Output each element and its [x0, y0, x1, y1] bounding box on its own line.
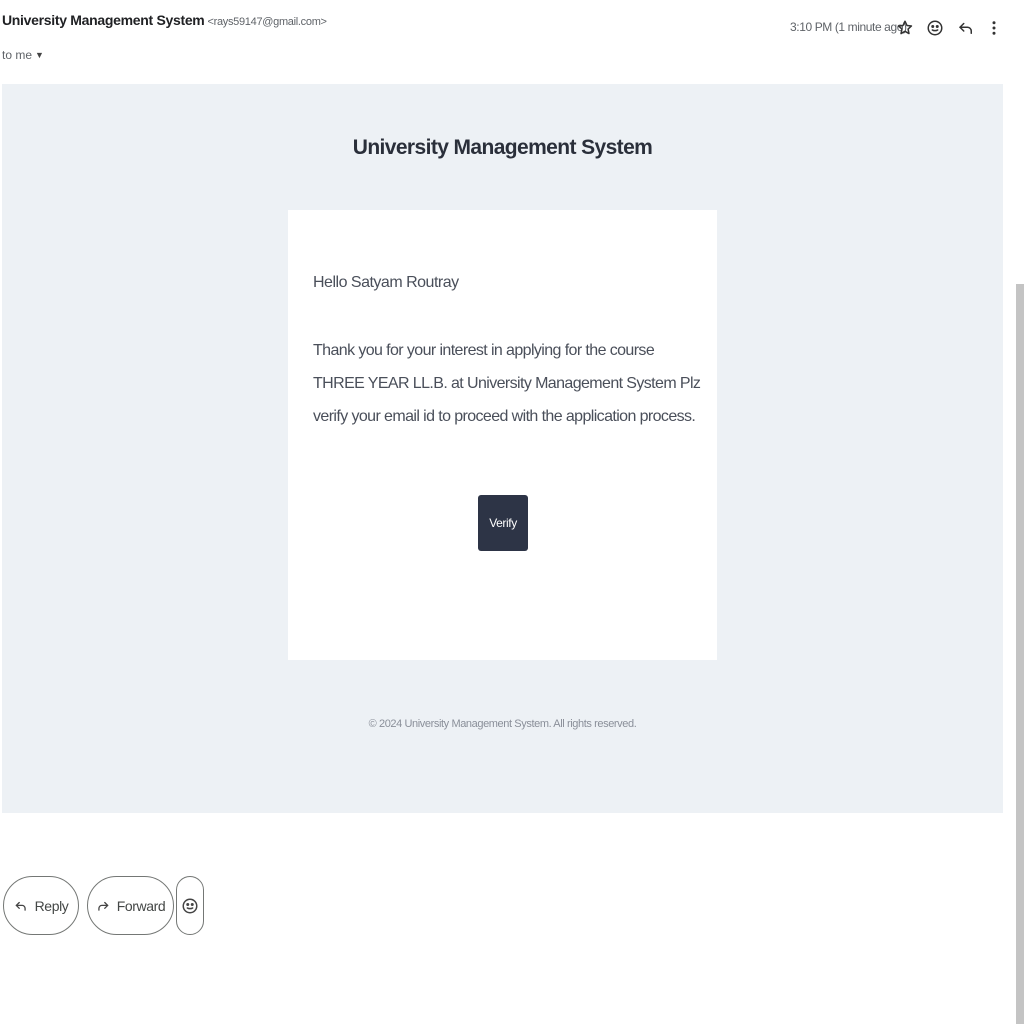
email-card: Hello Satyam Routray Thank you for your …	[288, 210, 717, 660]
sender[interactable]: University Management System <rays59147@g…	[2, 12, 327, 28]
sender-name[interactable]: University Management System	[2, 12, 205, 28]
greeting: Hello Satyam Routray	[313, 274, 459, 291]
reply-button[interactable]: Reply	[3, 876, 79, 935]
message-header: University Management System <rays59147@g…	[0, 8, 1010, 36]
sender-email: <rays59147@gmail.com>	[207, 16, 327, 28]
email-body: University Management System Hello Satya…	[2, 84, 1003, 813]
scrollbar[interactable]	[1016, 284, 1024, 1024]
more-vert-icon[interactable]	[982, 16, 1006, 40]
chevron-down-icon[interactable]: ▼	[35, 50, 44, 60]
reply-icon	[15, 901, 26, 911]
emoji-react-button[interactable]	[176, 876, 204, 935]
forward-icon	[97, 901, 109, 911]
emoji-icon	[182, 898, 198, 913]
emoji-icon[interactable]	[923, 16, 947, 40]
recipient-label: to me	[2, 48, 33, 62]
forward-button[interactable]: Forward	[87, 876, 174, 935]
forward-label: Forward	[116, 897, 166, 914]
email-heading: University Management System	[352, 136, 653, 159]
message-text: Thank you for your interest in applying …	[313, 342, 701, 425]
recipient-details[interactable]: to me ▼	[2, 48, 44, 62]
verify-button[interactable]: Verify	[478, 495, 528, 551]
copyright-footer: © 2024 University Management System. All…	[368, 718, 637, 730]
reply-label: Reply	[34, 897, 69, 914]
timestamp: 3:10 PM (1 minute ago)	[790, 20, 907, 34]
star-icon[interactable]	[893, 16, 917, 40]
reply-icon[interactable]	[954, 16, 978, 40]
